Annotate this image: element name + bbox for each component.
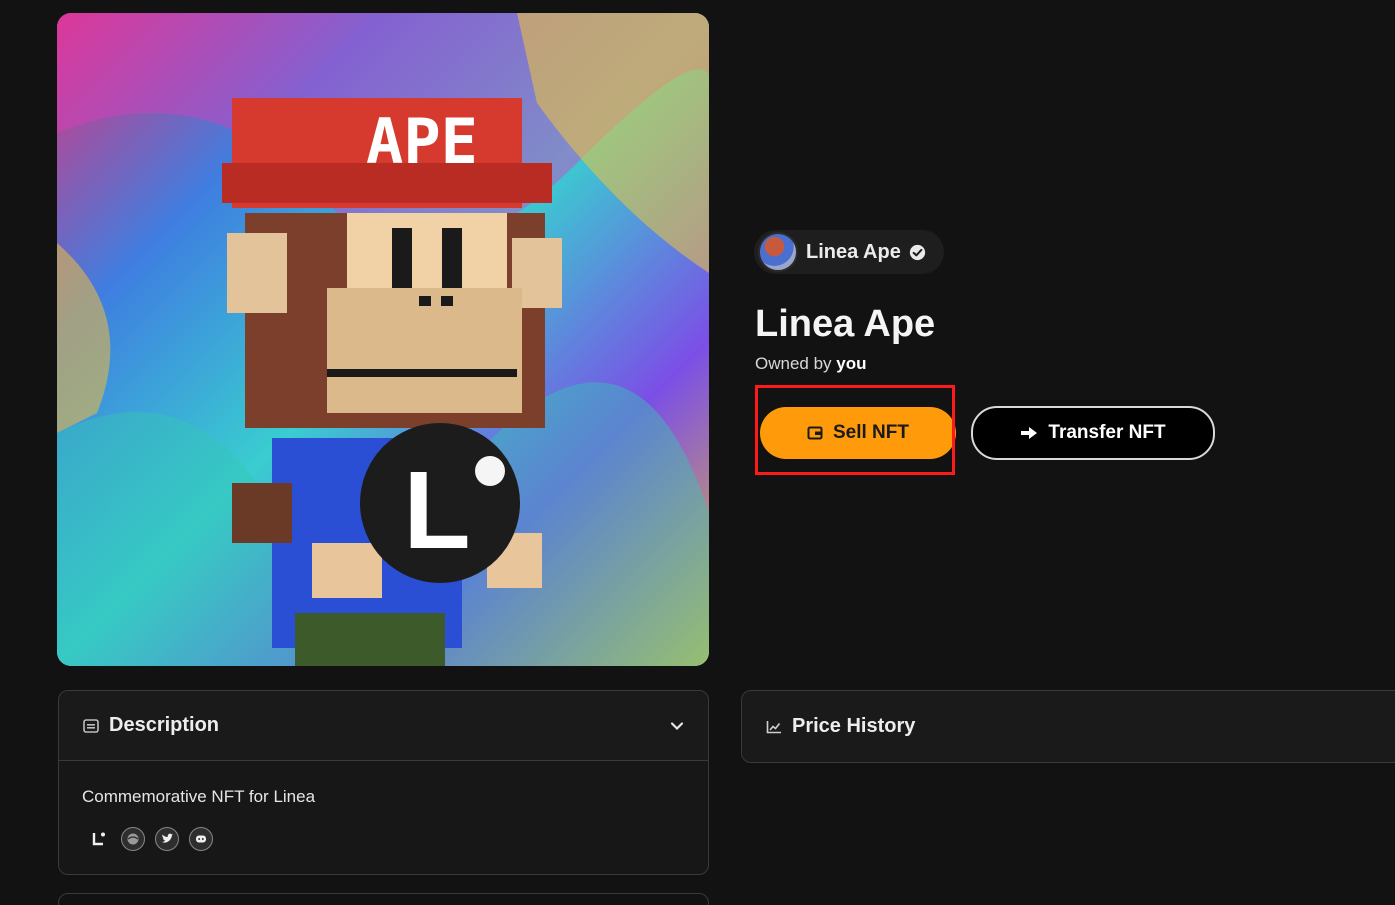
owner-name: you <box>836 354 867 373</box>
description-title: Description <box>109 714 220 736</box>
discord-icon[interactable] <box>189 827 213 851</box>
cap-text: APE <box>366 105 478 178</box>
description-panel: Description Commemorative NFT for Linea <box>58 690 709 875</box>
verified-check-icon <box>909 244 925 260</box>
nft-image: APE L <box>57 13 709 666</box>
linea-icon[interactable] <box>87 827 111 851</box>
description-header[interactable]: Description <box>59 691 708 761</box>
next-panel-edge <box>58 893 709 905</box>
chevron-down-icon[interactable] <box>670 719 684 733</box>
twitter-icon[interactable] <box>155 827 179 851</box>
arrow-right-icon <box>1021 427 1038 439</box>
owned-by-label: Owned by <box>755 354 832 373</box>
ape-artwork: APE L <box>57 13 709 666</box>
price-history-title: Price History <box>792 715 916 737</box>
transfer-nft-button[interactable]: Transfer NFT <box>971 406 1215 460</box>
social-links <box>87 827 213 851</box>
ape-avatar-icon <box>758 232 798 272</box>
wallet-icon <box>807 426 823 440</box>
description-icon <box>83 718 99 733</box>
price-history-header[interactable]: Price History <box>742 691 1395 762</box>
transfer-nft-label: Transfer NFT <box>1048 422 1166 443</box>
price-history-panel[interactable]: Price History <box>741 690 1395 763</box>
badge-letter: L <box>403 449 470 572</box>
chart-icon <box>766 720 781 733</box>
website-icon[interactable] <box>121 827 145 851</box>
nft-title: Linea Ape <box>755 303 936 345</box>
description-text: Commemorative NFT for Linea <box>82 787 316 806</box>
sell-nft-button[interactable]: Sell NFT <box>760 407 956 459</box>
owner-line: Owned by you <box>755 354 867 374</box>
nft-detail-page: APE L Linea Ape Linea Ape Owned by you S… <box>0 0 1395 905</box>
sell-nft-label: Sell NFT <box>832 422 909 443</box>
collection-link[interactable]: Linea Ape <box>754 230 944 274</box>
collection-name: Linea Ape <box>806 240 901 263</box>
